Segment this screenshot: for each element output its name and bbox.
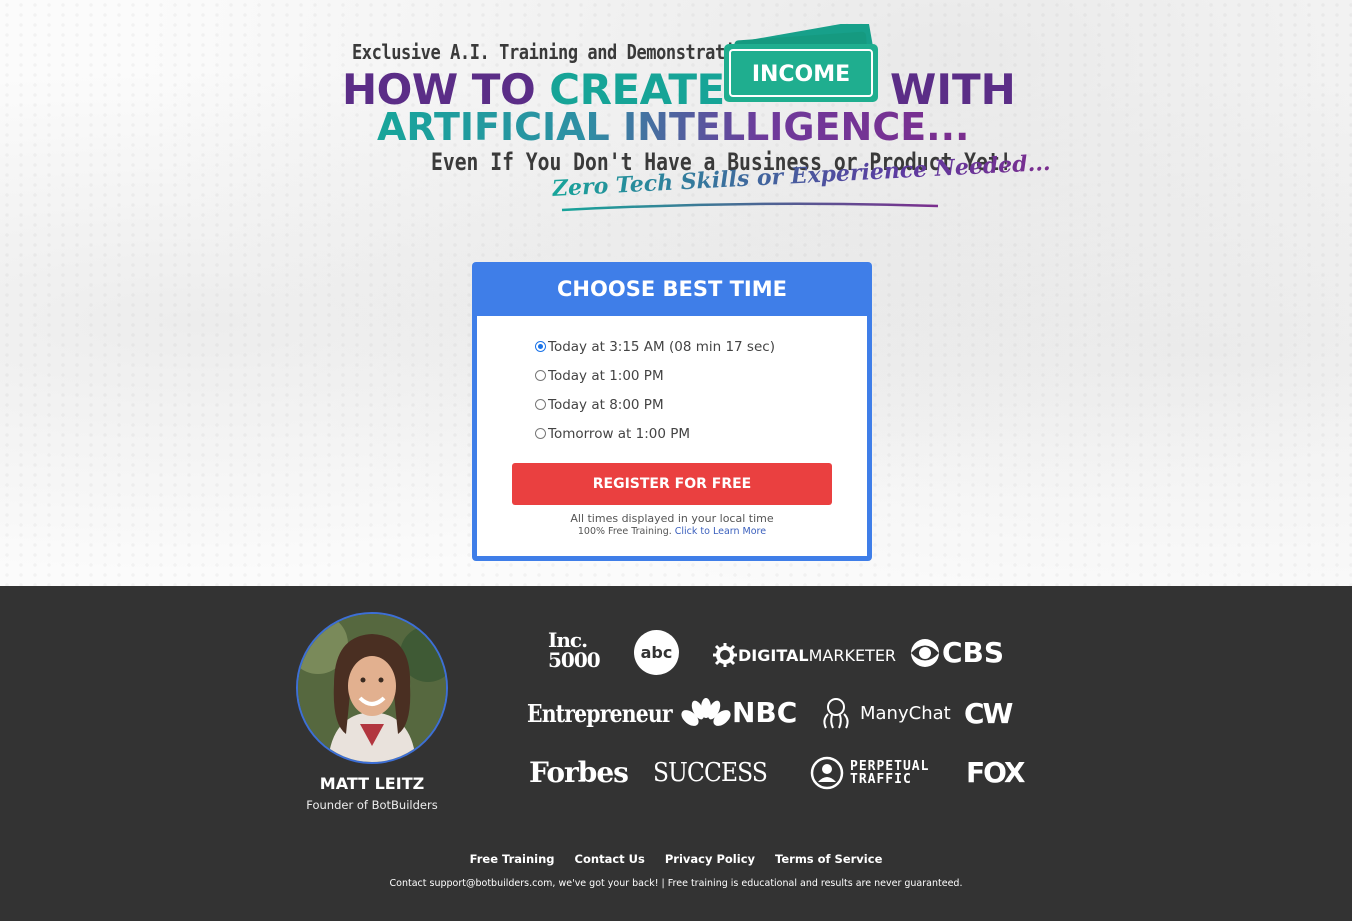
forbes-logo: Forbes: [529, 756, 629, 789]
headline-line2: ARTIFICIAL INTELLIGENCE...: [377, 105, 970, 149]
radio-icon[interactable]: [535, 428, 546, 439]
local-time-note: All times displayed in your local time: [570, 512, 774, 525]
time-option-label: Today at 1:00 PM: [548, 367, 664, 384]
podcast-person-icon: [810, 756, 844, 790]
avatar: [296, 612, 448, 764]
register-button[interactable]: REGISTER FOR FREE: [512, 463, 832, 505]
radio-icon[interactable]: [535, 399, 546, 410]
nbc-peacock-icon: [681, 697, 731, 726]
time-option-label: Today at 8:00 PM: [548, 396, 664, 413]
digitalmarketer-bold: DIGITAL: [738, 645, 809, 665]
radio-selected-icon[interactable]: [535, 341, 546, 352]
inc-logo-text: Inc.: [548, 628, 588, 652]
radio-icon[interactable]: [535, 370, 546, 381]
time-option-3[interactable]: Today at 8:00 PM: [535, 390, 775, 419]
cbs-eye-icon: [911, 638, 939, 667]
entrepreneur-logo: Entrepreneur: [527, 699, 673, 728]
learn-more-link[interactable]: Click to Learn More: [675, 526, 766, 537]
footer: MATT LEITZ Founder of BotBuilders Inc. 5…: [0, 586, 1352, 921]
person-photo: [298, 614, 446, 762]
time-options: Today at 3:15 AM (08 min 17 sec) Today a…: [535, 332, 775, 448]
manychat-logo: ManyChat: [818, 696, 951, 730]
tagline-underline: [561, 202, 939, 212]
pt-line2: TRAFFIC: [850, 772, 912, 787]
success-logo: SUCCESS: [653, 758, 768, 788]
card-title: CHOOSE BEST TIME: [557, 277, 787, 301]
footer-link-terms[interactable]: Terms of Service: [775, 852, 882, 866]
hero-section: Exclusive A.I. Training and Demonstratio…: [0, 0, 1352, 586]
time-option-label: Today at 3:15 AM (08 min 17 sec): [548, 338, 775, 355]
nbc-logo: NBC: [680, 696, 797, 729]
headline-graphic: Exclusive A.I. Training and Demonstratio…: [0, 0, 1352, 240]
time-option-2[interactable]: Today at 1:00 PM: [535, 361, 775, 390]
free-training-text: 100% Free Training.: [577, 526, 675, 537]
digitalmarketer-logo: DIGITAL MARKETER: [712, 642, 896, 668]
cw-logo: CW: [964, 697, 1013, 730]
time-option-1[interactable]: Today at 3:15 AM (08 min 17 sec): [535, 332, 775, 361]
inc5000-logo: Inc. 5000: [548, 628, 601, 672]
cbs-logo-text: CBS: [942, 636, 1005, 669]
perpetual-traffic-logo: PERPETUAL TRAFFIC: [810, 756, 929, 790]
footer-link-contact-us[interactable]: Contact Us: [575, 852, 645, 866]
registration-card: CHOOSE BEST TIME Today at 3:15 AM (08 mi…: [472, 262, 872, 561]
footer-disclaimer: Contact support@botbuilders.com, we've g…: [389, 878, 963, 889]
footer-link-free-training[interactable]: Free Training: [470, 852, 555, 866]
card-body: Today at 3:15 AM (08 min 17 sec) Today a…: [477, 316, 867, 556]
perpetual-traffic-text: PERPETUAL TRAFFIC: [850, 760, 929, 786]
digitalmarketer-rest: MARKETER: [808, 645, 897, 665]
abc-logo: abc: [634, 630, 679, 675]
free-training-note: 100% Free Training. Click to Learn More: [477, 526, 867, 537]
person-role: Founder of BotBuilders: [306, 798, 438, 812]
gear-icon: [713, 643, 737, 667]
manychat-logo-text: ManyChat: [860, 702, 951, 724]
income-badge-label: INCOME: [751, 62, 851, 87]
nbc-logo-text: NBC: [732, 696, 798, 729]
cbs-logo: CBS: [908, 636, 1004, 669]
fox-logo: FOX: [966, 756, 1026, 789]
headline-kicker: Exclusive A.I. Training and Demonstratio…: [352, 40, 755, 64]
manychat-octopus-icon: [823, 698, 849, 729]
footer-links: Free Training Contact Us Privacy Policy …: [0, 852, 1352, 866]
inc-logo-number: 5000: [548, 648, 601, 672]
time-option-4[interactable]: Tomorrow at 1:00 PM: [535, 419, 775, 448]
footer-link-privacy-policy[interactable]: Privacy Policy: [665, 852, 755, 866]
person-name: MATT LEITZ: [319, 774, 425, 793]
time-option-label: Tomorrow at 1:00 PM: [548, 425, 691, 442]
